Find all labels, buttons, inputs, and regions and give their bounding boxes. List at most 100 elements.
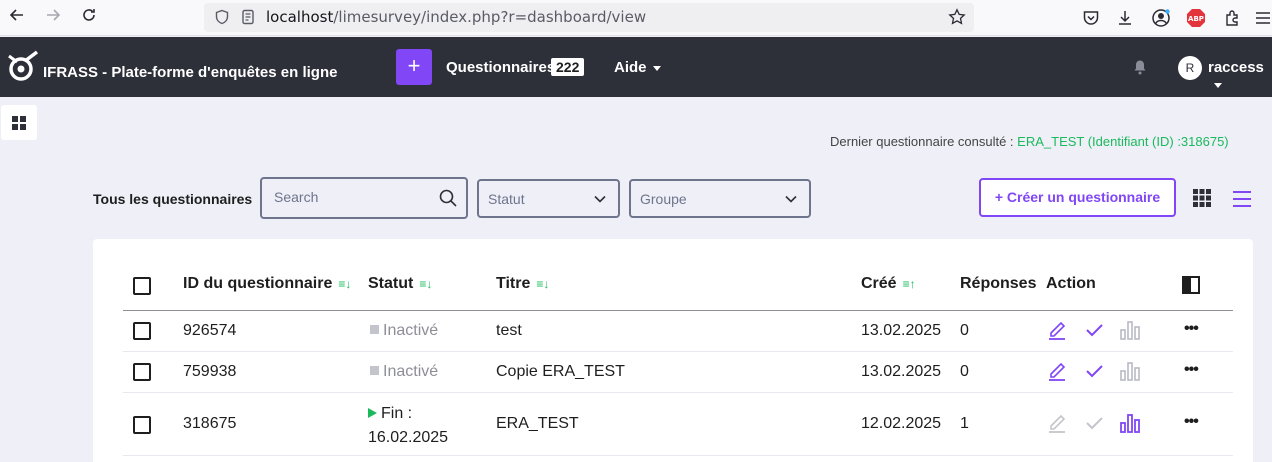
reload-icon[interactable] <box>78 7 100 29</box>
more-actions-icon[interactable]: ••• <box>1184 413 1199 431</box>
survey-id[interactable]: 759938 <box>183 363 236 381</box>
sidebar-toggle-button[interactable] <box>1 105 37 140</box>
group-select[interactable]: Groupe <box>629 179 811 218</box>
all-surveys-label: Tous les questionnaires <box>93 191 253 207</box>
help-menu[interactable]: Aide <box>614 59 661 76</box>
grid-view-icon[interactable] <box>1193 189 1211 212</box>
column-toggle-icon[interactable] <box>1182 276 1200 299</box>
row-divider <box>123 392 1233 393</box>
column-header-action: Action <box>1046 275 1096 292</box>
row-checkbox[interactable] <box>133 322 151 340</box>
user-avatar[interactable]: R <box>1178 56 1202 80</box>
activate-check-icon[interactable] <box>1084 412 1106 434</box>
survey-status-label: Fin : <box>381 405 413 422</box>
edit-pencil-icon[interactable] <box>1047 319 1069 341</box>
survey-status-label: Inactivé <box>383 363 439 380</box>
browser-toolbar: localhost/limesurvey/index.php?r=dashboa… <box>0 0 1272 36</box>
statistics-bar-icon[interactable] <box>1119 319 1141 341</box>
user-name-label: raccess <box>1208 59 1264 76</box>
column-header-id-label: ID du questionnaire <box>183 275 333 292</box>
survey-title[interactable]: test <box>496 322 522 340</box>
select-all-checkbox[interactable] <box>133 277 151 295</box>
address-bar[interactable]: localhost/limesurvey/index.php?r=dashboa… <box>204 3 974 32</box>
survey-responses: 0 <box>960 322 969 339</box>
chevron-down-icon <box>785 195 797 203</box>
surveys-menu[interactable]: Questionnaires <box>446 59 555 76</box>
user-menu[interactable]: raccess <box>1208 59 1272 93</box>
row-checkbox[interactable] <box>133 416 151 434</box>
url-text: localhost/limesurvey/index.php?r=dashboa… <box>266 8 647 26</box>
svg-text:ABP: ABP <box>1188 15 1204 23</box>
survey-title[interactable]: Copie ERA_TEST <box>496 363 625 381</box>
last-consulted-survey: Dernier questionnaire consulté : ERA_TES… <box>830 134 1229 149</box>
site-title[interactable]: IFRASS - Plate-forme d'enquêtes en ligne <box>43 64 337 81</box>
menu-hamburger-icon[interactable] <box>1252 7 1272 29</box>
survey-status: Fin : 16.02.2025 <box>368 402 448 450</box>
survey-created: 13.02.2025 <box>861 363 942 380</box>
status-select[interactable]: Statut <box>477 179 620 218</box>
notification-bell-icon[interactable] <box>1133 59 1147 80</box>
create-survey-button[interactable]: + Créer un questionnaire <box>979 178 1176 217</box>
quick-create-button[interactable]: + <box>396 49 432 85</box>
survey-created: 12.02.2025 <box>861 415 942 432</box>
survey-status-line: Fin : <box>368 402 448 426</box>
extensions-puzzle-icon[interactable] <box>1222 7 1244 29</box>
survey-title[interactable]: ERA_TEST <box>496 415 579 433</box>
back-arrow-icon[interactable] <box>6 7 28 29</box>
sort-icon[interactable]: ≡↓ <box>536 277 549 291</box>
inactive-status-icon <box>370 325 379 335</box>
statistics-bar-icon[interactable] <box>1119 412 1141 434</box>
sort-icon[interactable]: ≡↓ <box>338 277 351 291</box>
edit-pencil-icon[interactable] <box>1047 360 1069 382</box>
limesurvey-logo-icon[interactable] <box>7 50 39 89</box>
sort-icon[interactable]: ≡↓ <box>419 277 432 291</box>
survey-responses: 0 <box>960 363 969 380</box>
column-header-status[interactable]: Statut ≡↓ <box>368 275 432 293</box>
row-divider <box>123 455 1233 456</box>
survey-status-label: Inactivé <box>383 322 439 339</box>
adblock-plus-icon[interactable]: ABP <box>1185 7 1207 29</box>
edit-pencil-icon[interactable] <box>1047 412 1069 434</box>
group-select-placeholder: Groupe <box>640 191 687 207</box>
column-header-id[interactable]: ID du questionnaire ≡↓ <box>183 275 351 293</box>
row-divider <box>123 351 1233 352</box>
survey-created: 13.02.2025 <box>861 322 942 339</box>
statistics-bar-icon[interactable] <box>1119 360 1141 382</box>
bookmark-star-icon[interactable] <box>948 8 966 31</box>
last-consulted-link[interactable]: ERA_TEST (Identifiant (ID) :318675) <box>1017 134 1228 149</box>
survey-id[interactable]: 318675 <box>183 415 236 433</box>
header-divider <box>123 310 1233 311</box>
inactive-status-icon <box>370 366 379 376</box>
column-header-title[interactable]: Titre ≡↓ <box>496 275 549 293</box>
caret-down-icon <box>1214 82 1222 88</box>
sort-icon[interactable]: ≡↑ <box>903 277 916 291</box>
column-header-responses: Réponses <box>960 275 1037 292</box>
play-status-icon <box>368 407 377 418</box>
survey-status: Inactivé <box>370 363 438 381</box>
survey-status-date: 16.02.2025 <box>368 429 449 446</box>
survey-responses: 1 <box>960 415 969 432</box>
column-header-created[interactable]: Créé ≡↑ <box>861 275 916 293</box>
column-header-status-label: Statut <box>368 275 414 292</box>
list-view-icon[interactable] <box>1232 190 1252 213</box>
shield-icon[interactable] <box>214 9 230 30</box>
surveys-count-badge: 222 <box>551 58 585 76</box>
grid-icon <box>12 115 26 130</box>
forward-arrow-icon[interactable] <box>42 7 64 29</box>
more-actions-icon[interactable]: ••• <box>1184 320 1199 338</box>
chevron-down-icon <box>594 195 606 203</box>
surveys-table: ID du questionnaire ≡↓ Statut ≡↓ Titre ≡↓ C… <box>93 239 1253 462</box>
page-info-icon[interactable] <box>240 9 256 30</box>
search-icon[interactable] <box>438 188 458 213</box>
download-icon[interactable] <box>1114 7 1136 29</box>
activate-check-icon[interactable] <box>1084 319 1106 341</box>
activate-check-icon[interactable] <box>1084 360 1106 382</box>
pocket-icon[interactable] <box>1080 7 1102 29</box>
search-field[interactable] <box>260 177 468 219</box>
survey-id[interactable]: 926574 <box>183 322 236 340</box>
account-icon[interactable] <box>1150 7 1172 29</box>
search-input[interactable] <box>274 189 434 205</box>
row-checkbox[interactable] <box>133 363 151 381</box>
more-actions-icon[interactable]: ••• <box>1184 361 1199 379</box>
app-header: IFRASS - Plate-forme d'enquêtes en ligne… <box>0 37 1272 97</box>
